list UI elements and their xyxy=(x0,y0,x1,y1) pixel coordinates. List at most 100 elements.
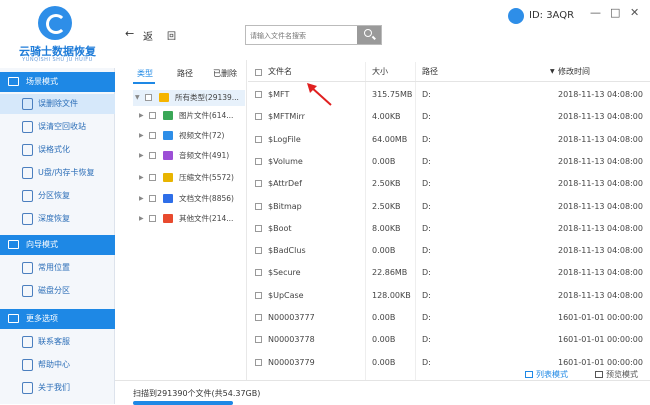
cell-path: D: xyxy=(422,335,431,345)
expand-icon[interactable]: ▶ xyxy=(139,108,144,124)
row-checkbox[interactable] xyxy=(255,269,262,277)
cell-size: 315.75MB xyxy=(372,90,413,99)
nav-item-contact-support[interactable]: 联系客服 xyxy=(0,332,115,352)
minimize-button[interactable]: — xyxy=(590,6,601,19)
table-row[interactable]: N00003779 0.00B D: 1601-01-01 00:00:00 xyxy=(248,352,650,374)
table-row[interactable]: $MFTMirr 4.00KB D: 2018-11-13 04:08:00 xyxy=(248,106,650,128)
tree-row[interactable]: ▶ 其他文件(214... xyxy=(133,211,245,227)
row-checkbox[interactable] xyxy=(255,224,262,232)
tree-row[interactable]: ▼ 所有类型(29139... xyxy=(133,90,245,106)
row-checkbox[interactable] xyxy=(255,135,262,143)
tree-row[interactable]: ▶ 文档文件(8856) xyxy=(133,191,245,207)
list-mode-button[interactable]: 列表模式 xyxy=(525,369,568,380)
expand-icon[interactable]: ▶ xyxy=(139,191,144,207)
expand-icon[interactable]: ▼ xyxy=(135,90,140,106)
cell-time: 2018-11-13 04:08:00 xyxy=(558,112,643,122)
table-row[interactable]: $BadClus 0.00B D: 2018-11-13 04:08:00 xyxy=(248,240,650,262)
search-button[interactable] xyxy=(357,26,381,44)
scan-summary: 扫描到291390个文件(共54.37GB) xyxy=(133,389,261,398)
row-checkbox[interactable] xyxy=(255,180,262,188)
header-time[interactable]: 修改时间 xyxy=(558,62,590,82)
row-checkbox[interactable] xyxy=(255,336,262,344)
row-checkbox[interactable] xyxy=(255,291,262,299)
table-row[interactable]: $Bitmap 2.50KB D: 2018-11-13 04:08:00 xyxy=(248,196,650,218)
table-row[interactable]: $Secure 22.86MB D: 2018-11-13 04:08:00 xyxy=(248,262,650,284)
home-button[interactable]: 回 xyxy=(167,29,176,42)
tab-path[interactable]: 路径 xyxy=(177,68,193,79)
cell-size: 128.00KB xyxy=(372,290,411,300)
table-row[interactable]: N00003777 0.00B D: 1601-01-01 00:00:00 xyxy=(248,307,650,329)
back-arrow-icon[interactable]: ← xyxy=(125,27,134,40)
nav-item-recycle-bin[interactable]: 误清空回收站 xyxy=(0,117,115,137)
nav-item-about-us[interactable]: 关于我们 xyxy=(0,378,115,398)
row-checkbox[interactable] xyxy=(255,314,262,321)
checkbox[interactable] xyxy=(149,195,156,202)
row-checkbox[interactable] xyxy=(255,202,262,210)
maximize-button[interactable]: □ xyxy=(610,6,620,19)
table-row[interactable]: $LogFile 64.00MB D: 2018-11-13 04:08:00 xyxy=(248,129,650,151)
status-bar: 列表模式 预览模式 扫描到291390个文件(共54.37GB) xyxy=(115,370,650,405)
nav-item-usb-card[interactable]: U盘/内存卡恢复 xyxy=(0,163,115,183)
section-wizard-mode[interactable]: 向导模式 xyxy=(0,235,115,255)
header-size[interactable]: 大小 xyxy=(372,62,388,82)
checkbox[interactable] xyxy=(149,152,156,159)
expand-icon[interactable]: ▶ xyxy=(139,170,144,186)
select-all-checkbox[interactable] xyxy=(255,69,262,76)
section-more-options[interactable]: 更多选项 xyxy=(0,309,115,329)
row-checkbox[interactable] xyxy=(255,113,262,121)
cell-name: $Secure xyxy=(268,268,301,278)
tree-row[interactable]: ▶ 音频文件(491) xyxy=(133,148,245,164)
nav-item-deleted-files[interactable]: 误删除文件 xyxy=(0,94,115,114)
tree-row[interactable]: ▶ 视频文件(72) xyxy=(133,128,245,144)
nav-item-format[interactable]: 误格式化 xyxy=(0,140,115,160)
cell-time: 2018-11-13 04:08:00 xyxy=(558,134,643,144)
table-row[interactable]: N00003778 0.00B D: 1601-01-01 00:00:00 xyxy=(248,329,650,351)
row-checkbox[interactable] xyxy=(255,91,262,98)
recover-button-edge[interactable] xyxy=(133,401,233,405)
cell-time: 2018-11-13 04:08:00 xyxy=(558,246,643,256)
preview-mode-button[interactable]: 预览模式 xyxy=(595,369,638,380)
checkbox[interactable] xyxy=(149,132,156,139)
checkbox[interactable] xyxy=(149,215,156,222)
tab-deleted[interactable]: 已删除 xyxy=(213,68,237,79)
table-row[interactable]: $Volume 0.00B D: 2018-11-13 04:08:00 xyxy=(248,151,650,173)
row-checkbox[interactable] xyxy=(255,358,262,366)
header-name[interactable]: 文件名 xyxy=(268,62,292,82)
cell-name: $Volume xyxy=(268,156,303,166)
tree-label: 音频文件(491) xyxy=(179,151,230,160)
cell-path: D: xyxy=(422,156,431,166)
checkbox[interactable] xyxy=(149,112,156,119)
image-icon xyxy=(163,111,173,120)
close-button[interactable]: ✕ xyxy=(630,6,639,19)
nav-item-help-center[interactable]: 帮助中心 xyxy=(0,355,115,375)
expand-icon[interactable]: ▶ xyxy=(139,128,144,144)
headset-icon xyxy=(22,336,33,348)
expand-icon[interactable]: ▶ xyxy=(139,211,144,227)
expand-icon[interactable]: ▶ xyxy=(139,148,144,164)
cell-time: 2018-11-13 04:08:00 xyxy=(558,201,643,211)
row-checkbox[interactable] xyxy=(255,247,262,255)
audio-icon xyxy=(163,151,173,160)
search-input[interactable] xyxy=(250,29,355,42)
tree-row[interactable]: ▶ 压缩文件(5572) xyxy=(133,170,245,186)
cell-name: $UpCase xyxy=(268,290,304,300)
header-path[interactable]: 路径 xyxy=(422,62,438,82)
section-scene-mode[interactable]: 场景模式 xyxy=(0,72,115,92)
nav-item-disk-partition[interactable]: 磁盘分区 xyxy=(0,281,115,301)
back-button[interactable]: 返 xyxy=(143,28,153,43)
cell-path: D: xyxy=(422,179,431,189)
table-row[interactable]: $Boot 8.00KB D: 2018-11-13 04:08:00 xyxy=(248,218,650,240)
section-label: 更多选项 xyxy=(26,314,58,323)
table-row[interactable]: $UpCase 128.00KB D: 2018-11-13 04:08:00 xyxy=(248,285,650,307)
nav-item-common-locations[interactable]: 常用位置 xyxy=(0,258,115,278)
tab-type[interactable]: 类型 xyxy=(137,68,153,79)
table-row[interactable]: $AttrDef 2.50KB D: 2018-11-13 04:08:00 xyxy=(248,173,650,195)
tree-row[interactable]: ▶ 图片文件(614... xyxy=(133,108,245,124)
checkbox[interactable] xyxy=(149,174,156,181)
row-checkbox[interactable] xyxy=(255,157,262,165)
nav-item-partition[interactable]: 分区恢复 xyxy=(0,186,115,206)
tree-label: 所有类型(29139... xyxy=(175,93,239,102)
logo: 云骑士数据恢复 YUNQISHI SHU JU HUIFU xyxy=(0,0,115,68)
checkbox[interactable] xyxy=(145,94,152,101)
nav-item-deep-recovery[interactable]: 深度恢复 xyxy=(0,209,115,229)
